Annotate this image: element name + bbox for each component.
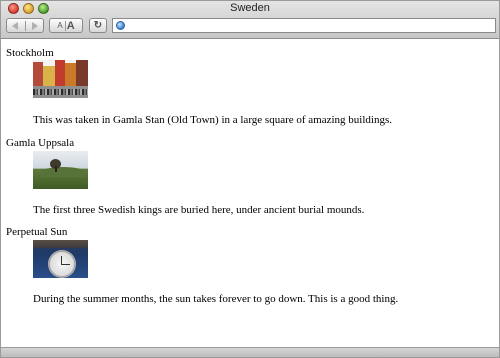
back-forward-buttons xyxy=(6,18,44,33)
status-bar xyxy=(1,347,499,357)
window-title: Sweden xyxy=(230,2,270,14)
gamla-uppsala-photo[interactable] xyxy=(33,151,88,189)
crowd-shape xyxy=(33,89,88,95)
building-shape xyxy=(76,60,88,88)
smaller-text-button[interactable]: A xyxy=(57,21,62,30)
building-shape xyxy=(65,63,76,88)
reload-button[interactable]: ↻ xyxy=(89,18,107,33)
title-bar[interactable]: Sweden xyxy=(1,1,499,17)
reload-icon: ↻ xyxy=(93,20,103,31)
bigger-text-button[interactable]: A xyxy=(67,20,75,32)
forward-arrow-icon[interactable] xyxy=(32,22,38,30)
button-separator xyxy=(65,21,66,31)
perpetual-sun-photo[interactable] xyxy=(33,240,88,278)
entry-caption-gamla-uppsala: The first three Swedish kings are buried… xyxy=(33,204,365,216)
back-arrow-icon[interactable] xyxy=(12,22,18,30)
building-shape xyxy=(55,60,65,88)
text-size-buttons: A A xyxy=(49,18,83,33)
entry-caption-perpetual-sun: During the summer months, the sun takes … xyxy=(33,293,399,305)
entry-title-perpetual-sun: Perpetual Sun xyxy=(6,226,68,238)
entry-title-stockholm: Stockholm xyxy=(6,47,54,59)
address-bar[interactable] xyxy=(112,18,496,33)
globe-icon xyxy=(116,21,125,30)
browser-window: Sweden A A ↻ Stockholm This was taken in… xyxy=(0,0,500,358)
stockholm-photo[interactable] xyxy=(33,60,88,98)
watch-hand-icon xyxy=(61,264,70,265)
building-shape xyxy=(43,66,55,88)
window-chrome: Sweden A A ↻ xyxy=(1,1,499,39)
entry-caption-stockholm: This was taken in Gamla Stan (Old Town) … xyxy=(33,114,392,126)
tree-trunk-shape xyxy=(55,166,57,172)
entry-title-gamla-uppsala: Gamla Uppsala xyxy=(6,137,75,149)
page-content: Stockholm This was taken in Gamla Stan (… xyxy=(1,39,499,349)
toolbar: A A ↻ xyxy=(1,17,499,37)
button-separator xyxy=(25,21,26,31)
tree-line-shape xyxy=(33,240,88,248)
building-shape xyxy=(33,62,43,88)
burial-mound-shape xyxy=(41,167,85,177)
